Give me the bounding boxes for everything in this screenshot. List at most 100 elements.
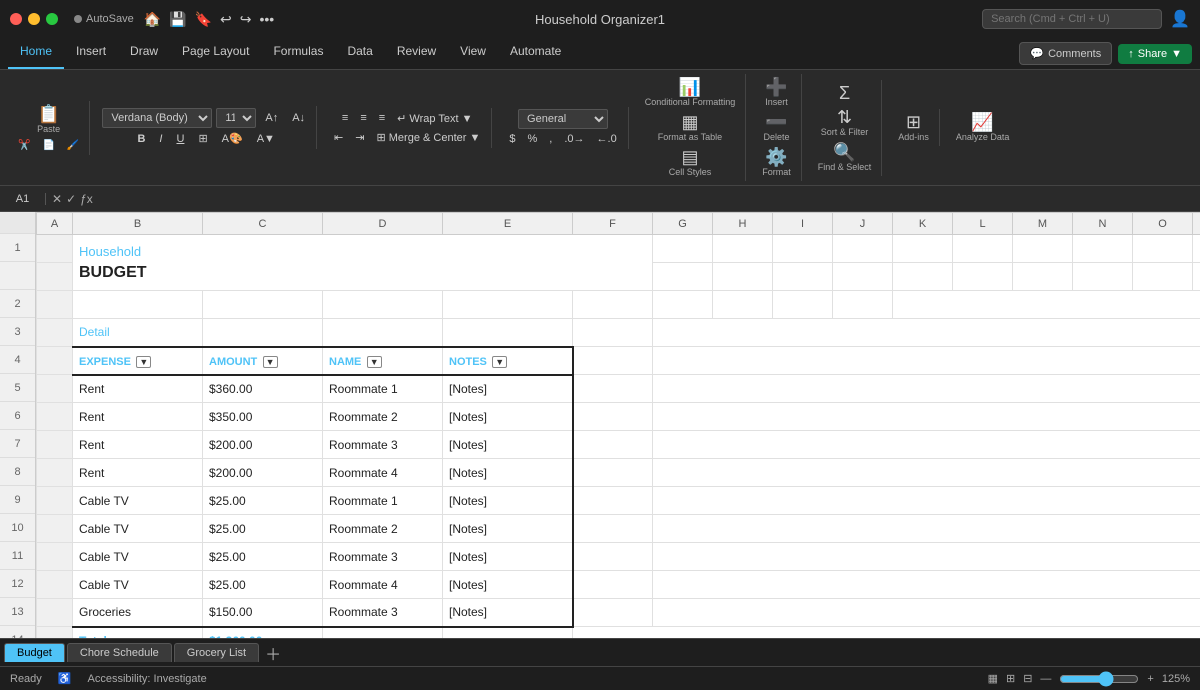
merge-button[interactable]: ⊞ Merge & Center ▼ — [371, 129, 485, 146]
cell-d3[interactable] — [323, 319, 443, 347]
amount-filter-btn[interactable]: ▼ — [263, 356, 278, 368]
cell-b8[interactable]: Rent — [73, 459, 203, 487]
align-right-button[interactable]: ≡ — [374, 110, 390, 126]
cell-f14[interactable] — [573, 627, 1200, 639]
cell-g11[interactable] — [653, 543, 1200, 571]
cut-button[interactable]: ✂️ — [14, 138, 34, 153]
cell-g2[interactable] — [653, 291, 713, 319]
insert-function-icon[interactable]: ƒx — [80, 192, 93, 206]
tab-page-layout[interactable]: Page Layout — [170, 38, 261, 69]
cell-h1[interactable] — [713, 235, 773, 263]
cell-g10[interactable] — [653, 515, 1200, 543]
align-center-button[interactable]: ≡ — [355, 110, 371, 126]
zoom-in-icon[interactable]: + — [1147, 673, 1153, 685]
expense-filter-btn[interactable]: ▼ — [136, 356, 151, 368]
row-num-9[interactable]: 9 — [0, 486, 35, 514]
col-header-f[interactable]: F — [573, 213, 653, 235]
cell-o1b[interactable] — [1133, 263, 1193, 291]
col-header-b[interactable]: B — [73, 213, 203, 235]
col-header-l[interactable]: L — [953, 213, 1013, 235]
indent-increase-button[interactable]: ⇥ — [350, 129, 369, 146]
row-num-2[interactable]: 2 — [0, 290, 35, 318]
cell-a3[interactable] — [37, 319, 73, 347]
cell-e14[interactable]: ◢ — [443, 627, 573, 639]
row-num-3[interactable]: 3 — [0, 318, 35, 346]
cell-e7[interactable]: [Notes] — [443, 431, 573, 459]
comma-button[interactable]: , — [544, 131, 557, 147]
page-layout-icon[interactable]: ⊞ — [1006, 672, 1015, 685]
zoom-out-icon[interactable]: — — [1040, 673, 1051, 685]
cell-d12[interactable]: Roommate 4 — [323, 571, 443, 599]
cell-c4-amount[interactable]: AMOUNT ▼ — [203, 347, 323, 375]
cell-h1b[interactable] — [713, 263, 773, 291]
cell-d7[interactable]: Roommate 3 — [323, 431, 443, 459]
font-decrease-button[interactable]: A↓ — [287, 110, 310, 126]
font-color-button[interactable]: A▼ — [252, 131, 280, 147]
cell-l1[interactable] — [953, 235, 1013, 263]
paste-button[interactable]: 📋 Paste — [33, 103, 64, 136]
cell-a6[interactable] — [37, 403, 73, 431]
cell-b12[interactable]: Cable TV — [73, 571, 203, 599]
col-header-d[interactable]: D — [323, 213, 443, 235]
cell-b5[interactable]: Rent — [73, 375, 203, 403]
underline-button[interactable]: U — [171, 131, 189, 147]
col-header-i[interactable]: I — [773, 213, 833, 235]
col-header-p[interactable]: P — [1193, 213, 1200, 235]
delete-button[interactable]: ➖ Delete — [760, 111, 794, 144]
analyze-data-button[interactable]: 📈 Analyze Data — [952, 111, 1014, 144]
cell-i1[interactable] — [773, 235, 833, 263]
indent-decrease-button[interactable]: ⇤ — [329, 129, 348, 146]
close-button[interactable] — [10, 13, 22, 25]
row-num-6[interactable]: 6 — [0, 402, 35, 430]
cell-a9[interactable] — [37, 487, 73, 515]
col-header-g[interactable]: G — [653, 213, 713, 235]
cell-c6[interactable]: $350.00 — [203, 403, 323, 431]
cell-f6[interactable] — [573, 403, 653, 431]
bold-button[interactable]: B — [132, 131, 150, 147]
copy-button[interactable]: 📄 — [38, 138, 58, 153]
cell-b3[interactable]: Detail — [73, 319, 203, 347]
cell-f13[interactable] — [573, 599, 653, 627]
conditional-formatting-button[interactable]: 📊 Conditional Formatting — [641, 76, 740, 109]
cell-reference[interactable]: A1 — [6, 193, 46, 205]
name-filter-btn[interactable]: ▼ — [367, 356, 382, 368]
row-num-1b[interactable] — [0, 262, 35, 290]
format-painter-button[interactable]: 🖌️ — [63, 138, 83, 153]
cell-c12[interactable]: $25.00 — [203, 571, 323, 599]
formula-input[interactable] — [99, 193, 1194, 205]
cell-d8[interactable]: Roommate 4 — [323, 459, 443, 487]
cell-d5[interactable]: Roommate 1 — [323, 375, 443, 403]
cell-g4[interactable] — [653, 347, 1200, 375]
cell-b10[interactable]: Cable TV — [73, 515, 203, 543]
percent-button[interactable]: % — [522, 131, 542, 147]
save-icon[interactable]: 💾 — [169, 11, 186, 28]
cell-e2[interactable] — [443, 291, 573, 319]
row-num-14[interactable]: 14 — [0, 626, 35, 638]
cell-g1[interactable] — [653, 235, 713, 263]
search-input[interactable] — [982, 9, 1162, 29]
cell-c7[interactable]: $200.00 — [203, 431, 323, 459]
cell-a4[interactable] — [37, 347, 73, 375]
cell-b13[interactable]: Groceries — [73, 599, 203, 627]
cell-g1b[interactable] — [653, 263, 713, 291]
cell-a2[interactable] — [37, 291, 73, 319]
cell-f9[interactable] — [573, 487, 653, 515]
cell-g8[interactable] — [653, 459, 1200, 487]
sheet-tab-budget[interactable]: Budget — [4, 643, 65, 662]
cell-styles-button[interactable]: ▤ Cell Styles — [665, 146, 716, 179]
row-num-7[interactable]: 7 — [0, 430, 35, 458]
currency-button[interactable]: $ — [504, 131, 520, 147]
more-icon[interactable]: ••• — [259, 11, 274, 28]
cell-d9[interactable]: Roommate 1 — [323, 487, 443, 515]
tab-insert[interactable]: Insert — [64, 38, 118, 69]
cell-c14[interactable]: $1,360.00 — [203, 627, 323, 639]
number-format-select[interactable]: General — [518, 109, 608, 129]
bookmark-icon[interactable]: 🔖 — [195, 11, 212, 28]
row-num-5[interactable]: 5 — [0, 374, 35, 402]
cell-d10[interactable]: Roommate 2 — [323, 515, 443, 543]
row-num-4[interactable]: 4 — [0, 346, 35, 374]
cell-c2[interactable] — [203, 291, 323, 319]
sheet-tab-grocery[interactable]: Grocery List — [174, 643, 259, 662]
tab-data[interactable]: Data — [335, 38, 384, 69]
cell-m1[interactable] — [1013, 235, 1073, 263]
